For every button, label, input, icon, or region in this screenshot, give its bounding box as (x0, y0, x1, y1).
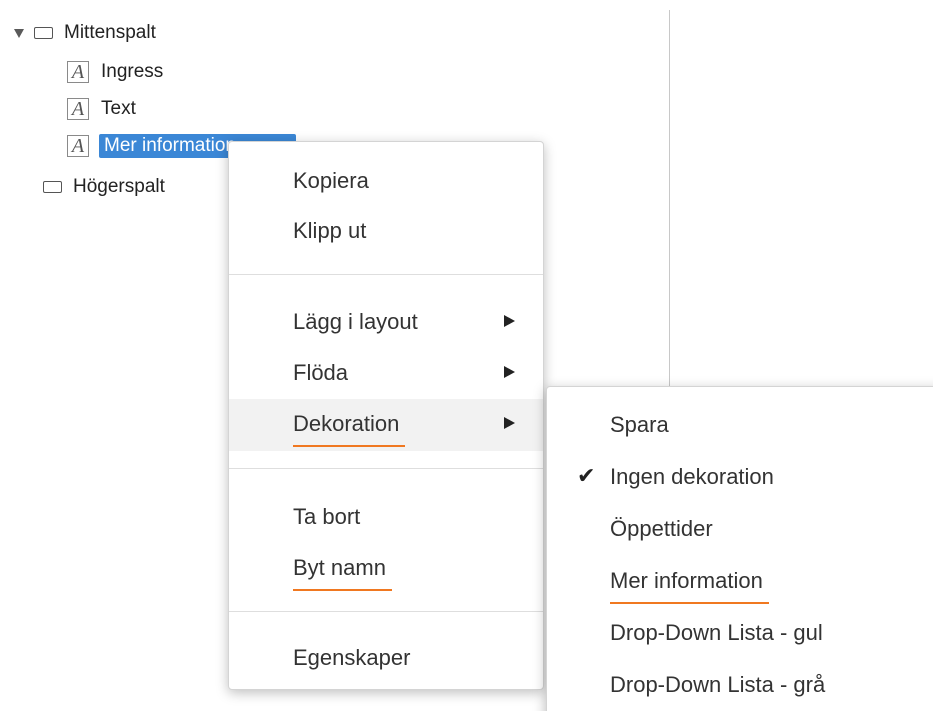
menu-item-delete[interactable]: Ta bort (229, 492, 543, 540)
submenu-arrow-icon (504, 315, 515, 327)
submenu-item-no-decoration[interactable]: ✔ Ingen dekoration (547, 452, 933, 500)
context-menu: Kopiera Klipp ut Lägg i layout Flöda Dek… (228, 141, 544, 690)
layout-box-icon (43, 181, 62, 193)
menu-item-label: Flöda (293, 360, 349, 385)
tree-node-hogerspalt[interactable]: Högerspalt (43, 174, 167, 200)
expand-caret-icon[interactable] (14, 28, 24, 38)
tree-node-label: Ingress (101, 61, 164, 82)
menu-item-label: Byt namn (293, 555, 392, 591)
tree-node-label: Högerspalt (73, 176, 165, 197)
menu-item-rename[interactable]: Byt namn (229, 543, 543, 591)
submenu-item-dropdown-gray[interactable]: Drop-Down Lista - grå (547, 660, 933, 708)
submenu-item-label: Mer information (610, 568, 769, 604)
menu-item-label: Egenskaper (293, 645, 411, 670)
tree-node-text[interactable]: A Text (67, 96, 138, 122)
submenu-item-label: Ingen dekoration (610, 464, 774, 489)
menu-item-add-to-layout[interactable]: Lägg i layout (229, 297, 543, 345)
menu-item-label: Ta bort (293, 504, 361, 529)
layout-box-icon (34, 27, 53, 39)
submenu-item-more-info[interactable]: Mer information (547, 556, 933, 604)
menu-item-cut[interactable]: Klipp ut (229, 206, 543, 254)
editor-stage: Mittenspalt A Ingress A Text A Mer infor… (0, 0, 933, 711)
submenu-item-label: Drop-Down Lista - grå (610, 672, 826, 697)
tree-node-label: Text (101, 98, 136, 119)
tree-node-mittenspalt[interactable]: Mittenspalt (14, 20, 158, 46)
menu-separator (229, 611, 543, 612)
submenu-item-save[interactable]: Spara (547, 400, 933, 448)
check-icon: ✔ (577, 463, 596, 488)
menu-separator (229, 468, 543, 469)
menu-item-label: Klipp ut (293, 218, 367, 243)
menu-item-label: Lägg i layout (293, 309, 418, 334)
menu-item-properties[interactable]: Egenskaper (229, 633, 543, 681)
menu-item-flow[interactable]: Flöda (229, 348, 543, 396)
tree-node-label: Mittenspalt (64, 22, 156, 43)
submenu-item-opening-hours[interactable]: Öppettider (547, 504, 933, 552)
menu-item-label: Dekoration (293, 411, 406, 447)
submenu-arrow-icon (504, 366, 515, 378)
text-a-icon: A (67, 135, 89, 157)
menu-item-copy[interactable]: Kopiera (229, 156, 543, 204)
text-a-icon: A (67, 98, 89, 120)
submenu-item-label: Spara (610, 412, 669, 437)
submenu-arrow-icon (504, 417, 515, 429)
submenu-item-label: Drop-Down Lista - gul (610, 620, 823, 645)
text-a-icon: A (67, 61, 89, 83)
submenu-item-dropdown-yellow[interactable]: Drop-Down Lista - gul (547, 608, 933, 656)
menu-item-label: Kopiera (293, 168, 369, 193)
decoration-submenu: Spara ✔ Ingen dekoration Öppettider Mer … (546, 386, 933, 711)
panel-divider (669, 10, 670, 390)
menu-item-decoration[interactable]: Dekoration (229, 399, 543, 451)
tree-node-ingress[interactable]: A Ingress (67, 59, 165, 85)
submenu-item-label: Öppettider (610, 516, 713, 541)
menu-separator (229, 274, 543, 275)
